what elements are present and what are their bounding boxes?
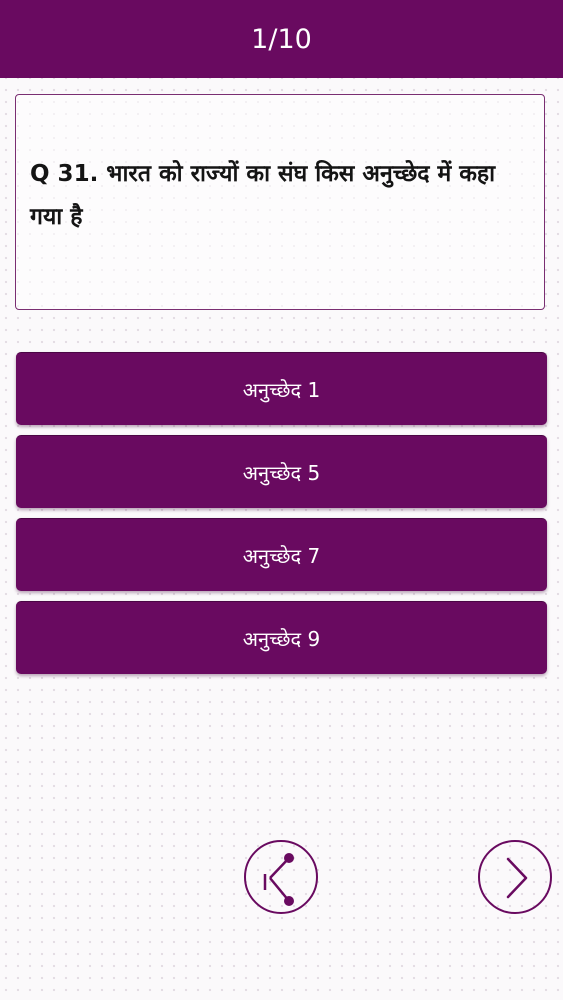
chevron-right-icon: [506, 857, 528, 899]
option-button-4[interactable]: अनुच्छेद 9: [16, 601, 547, 674]
question-counter: 1/10: [251, 23, 312, 55]
answer-options: अनुच्छेद 1 अनुच्छेद 5 अनुच्छेद 7 अनुच्छे…: [16, 352, 547, 684]
option-label: अनुच्छेद 9: [242, 626, 321, 651]
option-button-2[interactable]: अनुच्छेद 5: [16, 435, 547, 508]
next-button[interactable]: [478, 840, 552, 914]
question-card: Q 31. भारत को राज्यों का संघ किस अनुच्छे…: [15, 94, 545, 310]
option-button-3[interactable]: अनुच्छेद 7: [16, 518, 547, 591]
option-button-1[interactable]: अनुच्छेद 1: [16, 352, 547, 425]
share-icon: [263, 853, 294, 906]
option-label: अनुच्छेद 5: [242, 460, 321, 485]
question-text: Q 31. भारत को राज्यों का संघ किस अनुच्छे…: [30, 161, 496, 230]
share-button[interactable]: [244, 840, 318, 914]
option-label: अनुच्छेद 7: [242, 543, 321, 568]
option-label: अनुच्छेद 1: [242, 377, 321, 402]
top-bar: 1/10: [0, 0, 563, 78]
